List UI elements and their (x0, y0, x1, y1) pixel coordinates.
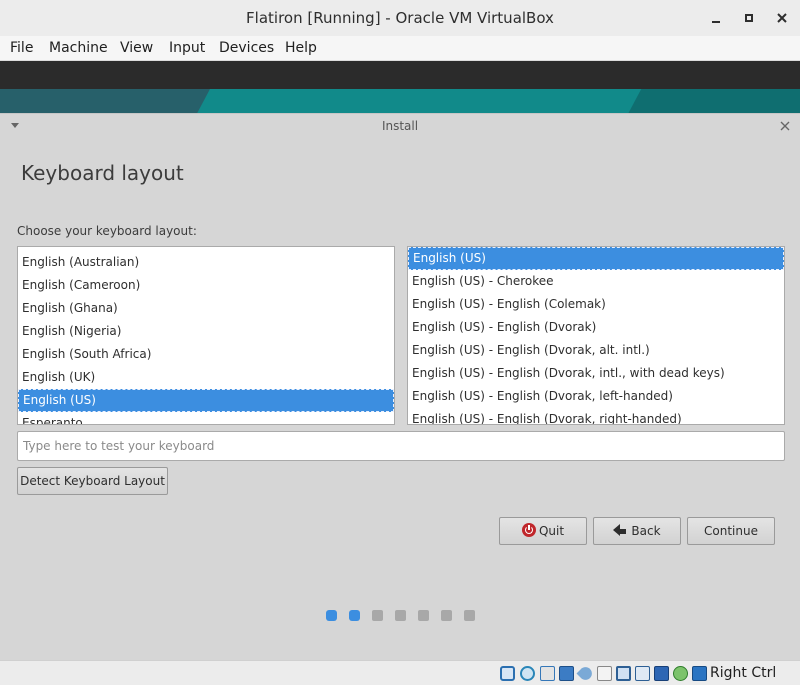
back-arrow-icon (613, 524, 621, 536)
usb-icon[interactable] (576, 664, 595, 683)
page-title: Keyboard layout (21, 161, 184, 185)
layout-list[interactable]: English (Australian) English (Cameroon) … (17, 246, 395, 425)
dialog-title: Install (381, 119, 419, 133)
keyboard-capture-icon[interactable] (692, 666, 707, 681)
list-item[interactable]: English (US) - English (Dvorak, right-ha… (408, 408, 784, 424)
step-dot (464, 610, 475, 621)
menu-machine[interactable]: Machine (49, 40, 108, 56)
list-item[interactable]: English (Nigeria) (18, 320, 394, 343)
optical-drive-icon[interactable] (520, 666, 535, 681)
hard-disk-icon[interactable] (500, 666, 515, 681)
list-item[interactable]: English (US) - English (Dvorak, intl., w… (408, 362, 784, 385)
window-titlebar: Flatiron [Running] - Oracle VM VirtualBo… (0, 0, 800, 36)
guest-top-panel (0, 61, 800, 89)
detect-layout-button[interactable]: Detect Keyboard Layout (17, 467, 168, 495)
detect-layout-label: Detect Keyboard Layout (20, 474, 165, 488)
keyboard-test-input[interactable] (17, 431, 785, 461)
display-icon[interactable] (616, 666, 631, 681)
step-dot (441, 610, 452, 621)
maximize-icon (745, 14, 753, 22)
dialog-close-button[interactable] (780, 118, 790, 135)
step-dot (372, 610, 383, 621)
menu-file[interactable]: File (10, 40, 33, 56)
back-button[interactable]: Back (593, 517, 681, 545)
back-label: Back (631, 524, 661, 538)
close-button[interactable] (773, 9, 791, 27)
continue-label: Continue (704, 524, 758, 538)
list-item[interactable]: Esperanto (18, 412, 394, 424)
menu-view[interactable]: View (120, 40, 153, 56)
step-dot (395, 610, 406, 621)
list-item[interactable]: English (UK) (18, 366, 394, 389)
list-item[interactable]: English (US) - Cherokee (408, 270, 784, 293)
menu-devices[interactable]: Devices (219, 40, 274, 56)
list-item-selected[interactable]: English (US) (18, 389, 394, 412)
step-dot (418, 610, 429, 621)
minimize-button[interactable] (707, 9, 725, 27)
menu-input[interactable]: Input (169, 40, 205, 56)
choose-layout-label: Choose your keyboard layout: (17, 224, 197, 238)
step-dot (349, 610, 360, 621)
install-dialog: Install Keyboard layout Choose your keyb… (0, 113, 800, 660)
list-item[interactable]: English (Australian) (18, 251, 394, 274)
list-item[interactable]: English (US) - English (Dvorak) (408, 316, 784, 339)
list-item[interactable]: English (Cameroon) (18, 274, 394, 297)
quit-label: Quit (538, 524, 565, 538)
minimize-icon (712, 21, 720, 23)
continue-button[interactable]: Continue (687, 517, 775, 545)
recording-icon[interactable] (654, 666, 669, 681)
host-key-label: Right Ctrl (710, 665, 777, 681)
variant-list[interactable]: English (US) English (US) - Cherokee Eng… (407, 246, 785, 425)
list-item[interactable]: English (South Africa) (18, 343, 394, 366)
video-capture-icon[interactable] (635, 666, 650, 681)
list-item[interactable]: English (US) - English (Dvorak, left-han… (408, 385, 784, 408)
step-progress (0, 610, 800, 622)
power-icon (521, 523, 536, 537)
menubar: File Machine View Input Devices Help (0, 36, 800, 61)
list-item-selected[interactable]: English (US) (408, 247, 784, 270)
list-item[interactable]: English (US) - English (Colemak) (408, 293, 784, 316)
dialog-header: Install (0, 114, 800, 138)
cpu-icon[interactable] (673, 666, 688, 681)
quit-button[interactable]: Quit (499, 517, 587, 545)
maximize-button[interactable] (740, 9, 758, 27)
window-title: Flatiron [Running] - Oracle VM VirtualBo… (246, 9, 554, 27)
close-icon (780, 121, 790, 131)
shared-folders-icon[interactable] (597, 666, 612, 681)
list-item[interactable]: English (Ghana) (18, 297, 394, 320)
step-dot (326, 610, 337, 621)
close-icon (777, 13, 787, 23)
network-icon[interactable] (559, 666, 574, 681)
audio-icon[interactable] (540, 666, 555, 681)
menu-help[interactable]: Help (285, 40, 317, 56)
list-item[interactable]: English (US) - English (Dvorak, alt. int… (408, 339, 784, 362)
statusbar: Right Ctrl (0, 660, 800, 685)
